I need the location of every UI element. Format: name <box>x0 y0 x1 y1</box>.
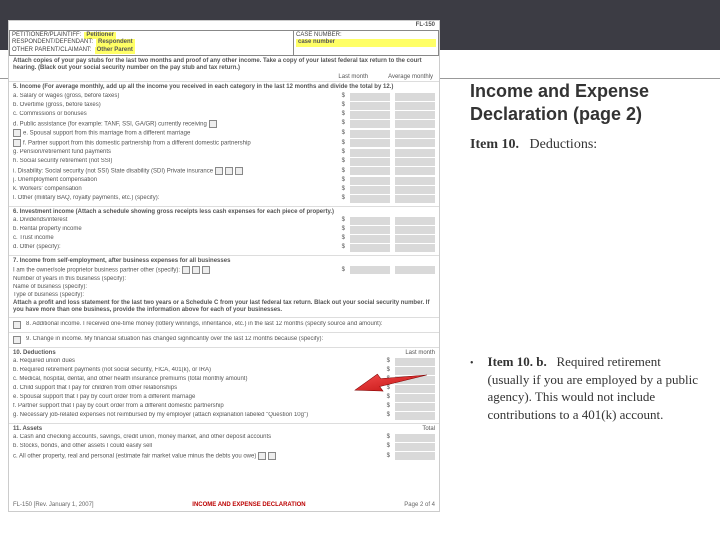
bullet-item: • Item 10. b. Required retirement (usual… <box>470 353 700 423</box>
s5-f: f. Partner support from this domestic pa… <box>13 139 339 148</box>
case-number-value: case number <box>296 39 436 46</box>
section-6: 6. Investment income (Attach a schedule … <box>9 206 439 255</box>
case-number-label: CASE NUMBER: <box>296 32 436 39</box>
column-headers: Last month Average monthly <box>9 74 439 81</box>
respondent-label: RESPONDENT/DEFENDANT: <box>12 39 93 46</box>
form-footer: FL-150 [Rev. January 1, 2007] INCOME AND… <box>13 502 435 509</box>
petitioner-value: Petitioner <box>84 32 116 39</box>
item-text: Deductions: <box>530 137 598 152</box>
s11-a: a. Cash and checking accounts, savings, … <box>13 434 384 441</box>
s7-note: Attach a profit and loss statement for t… <box>13 300 435 314</box>
bullet-marker-icon: • <box>470 353 474 423</box>
s7-line: I am the owner/sole proprietor business … <box>13 266 339 275</box>
footer-center: INCOME AND EXPENSE DECLARATION <box>192 502 305 509</box>
s6-d: d. Other (specify): <box>13 244 339 251</box>
section-7-title: 7. Income from self-employment, after bu… <box>13 258 435 265</box>
s9-text: 9. Change in income. My financial situat… <box>26 336 435 343</box>
footer-right: Page 2 of 4 <box>404 502 435 509</box>
page-title: Income and Expense Declaration (page 2) <box>470 80 700 125</box>
section-11: 11. Assets Total a. Cash and checking ac… <box>9 423 439 464</box>
respondent-value: Respondent <box>96 39 135 46</box>
s10-a: a. Required union dues <box>13 358 384 365</box>
s10-d: d. Child support that I pay for children… <box>13 385 384 392</box>
s5-e: e. Spousal support from this marriage fr… <box>13 129 339 138</box>
bullet-text: Item 10. b. Required retirement (usually… <box>488 353 700 423</box>
s5-b: b. Overtime (gross, before taxes) <box>13 102 339 109</box>
s8-text: 8. Additional income. I received one-tim… <box>26 321 435 328</box>
s5-c: c. Commissions or bonuses <box>13 111 339 118</box>
item-label: Item 10. <box>470 137 519 152</box>
col-average: Average monthly <box>388 74 433 81</box>
s5-h: h. Social security retirement (not SSI) <box>13 158 339 165</box>
s7-years: Number of years in this business (specif… <box>13 276 435 283</box>
s7-type: Type of business (specify): <box>13 292 435 299</box>
form-header: PETITIONER/PLAINTIFF:Petitioner RESPONDE… <box>9 30 439 56</box>
s10-b: b. Required retirement payments (not soc… <box>13 367 384 374</box>
bullet-label: Item 10. b. <box>488 354 547 369</box>
s6-a: a. Dividends/interest <box>13 217 339 224</box>
s11-b: b. Stocks, bonds, and other assets I cou… <box>13 443 384 450</box>
section-10: 10. Deductions Last month a. Required un… <box>9 347 439 423</box>
other-parent-label: OTHER PARENT/CLAIMANT: <box>12 47 92 54</box>
s5-g: g. Pension/retirement fund payments <box>13 149 339 156</box>
petitioner-label: PETITIONER/PLAINTIFF: <box>12 32 81 39</box>
s10-e: e. Spousal support that I pay by court o… <box>13 394 384 401</box>
section-7: 7. Income from self-employment, after bu… <box>9 255 439 317</box>
s7-name: Name of business (specify): <box>13 284 435 291</box>
s5-l: l. Other (military BAQ, royalty payments… <box>13 195 339 202</box>
other-parent-value: Other Parent <box>95 47 135 54</box>
section-10-col: Last month <box>405 350 435 357</box>
s11-c: c. All other property, real and personal… <box>13 452 384 461</box>
s6-b: b. Rental property income <box>13 226 339 233</box>
item-heading: Item 10. Deductions: <box>470 137 700 153</box>
footer-left: FL-150 [Rev. January 1, 2007] <box>13 502 94 509</box>
col-last-month: Last month <box>338 74 368 81</box>
annotation-panel: Income and Expense Declaration (page 2) … <box>470 80 700 423</box>
form-code: FL-150 <box>9 21 439 30</box>
section-11-col: Total <box>422 426 435 433</box>
s5-i: i. Disability: Social security (not SSI)… <box>13 167 339 176</box>
s5-d: d. Public assistance (for example: TANF,… <box>13 120 339 129</box>
section-5: 5. Income (For average monthly, add up a… <box>9 81 439 205</box>
section-8: 8. Additional income. I received one-tim… <box>9 317 439 332</box>
attach-note: Attach copies of your pay stubs for the … <box>9 56 439 74</box>
section-10-title: 10. Deductions <box>13 350 56 357</box>
s6-c: c. Trust income <box>13 235 339 242</box>
s5-j: j. Unemployment compensation <box>13 177 339 184</box>
s10-f: f. Partner support that I pay by court o… <box>13 403 384 410</box>
s10-c: c. Medical, hospital, dental, and other … <box>13 376 384 383</box>
section-6-title: 6. Investment income (Attach a schedule … <box>13 209 435 216</box>
section-11-title: 11. Assets <box>13 426 42 433</box>
form-image: FL-150 PETITIONER/PLAINTIFF:Petitioner R… <box>8 20 440 512</box>
section-9: 9. Change in income. My financial situat… <box>9 332 439 347</box>
s10-g: g. Necessary job-related expenses not re… <box>13 412 384 419</box>
s5-k: k. Workers' compensation <box>13 186 339 193</box>
section-5-title: 5. Income (For average monthly, add up a… <box>13 84 435 91</box>
s5-a: a. Salary or wages (gross, before taxes) <box>13 93 339 100</box>
